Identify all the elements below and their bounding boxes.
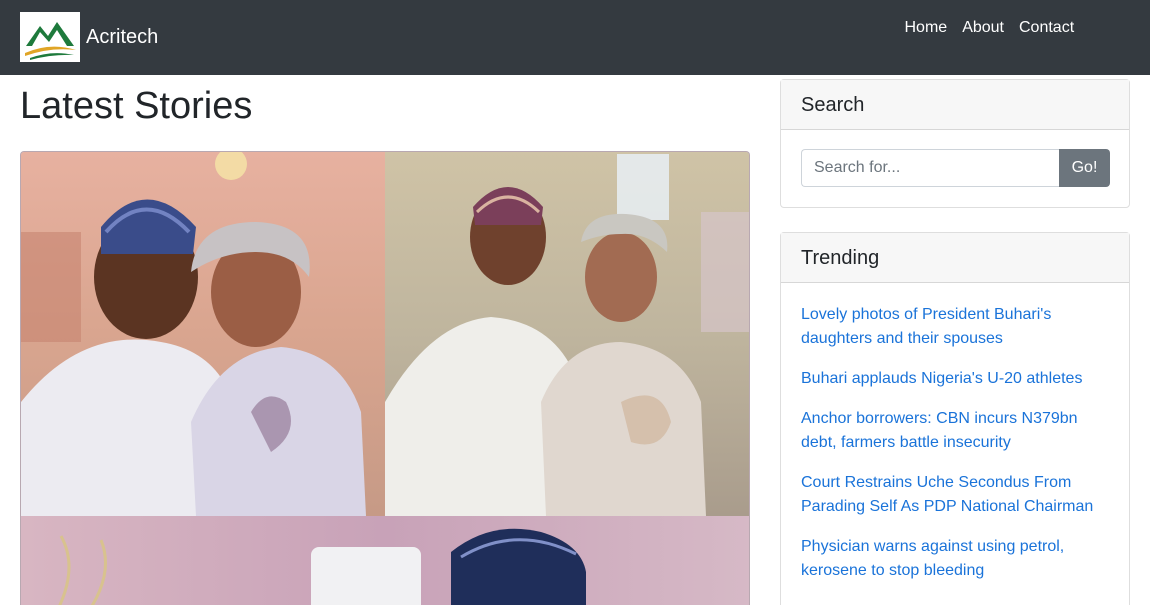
nav-links: Home About Contact: [897, 17, 1082, 39]
trending-list: Lovely photos of President Buhari's daug…: [801, 303, 1101, 599]
search-go-button[interactable]: Go!: [1059, 149, 1110, 187]
search-widget-title: Search: [781, 80, 1129, 130]
trending-link[interactable]: Buhari applauds Nigeria's U-20 athletes: [801, 367, 1101, 391]
trending-item: Physician warns against using petrol, ke…: [801, 535, 1101, 583]
brand-name: Acritech: [86, 26, 159, 48]
trending-widget-title: Trending: [781, 233, 1129, 283]
trending-item: Lovely photos of President Buhari's daug…: [801, 303, 1101, 351]
nav-link-contact[interactable]: Contact: [1012, 17, 1082, 39]
nav-link-home[interactable]: Home: [897, 17, 955, 39]
trending-link[interactable]: Anchor borrowers: CBN incurs N379bn debt…: [801, 407, 1101, 455]
search-input[interactable]: [801, 149, 1059, 187]
trending-widget: Trending Lovely photos of President Buha…: [780, 232, 1130, 605]
top-navbar: Acritech Home About Contact: [0, 0, 1150, 75]
search-widget: Search Go!: [780, 79, 1130, 208]
nav-link-about[interactable]: About: [955, 17, 1012, 39]
trending-link[interactable]: Court Restrains Uche Secondus From Parad…: [801, 471, 1101, 519]
trending-link[interactable]: Physician warns against using petrol, ke…: [801, 535, 1101, 583]
story-card[interactable]: [20, 151, 750, 605]
trending-link[interactable]: Lovely photos of President Buhari's daug…: [801, 303, 1101, 351]
trending-item: Court Restrains Uche Secondus From Parad…: [801, 471, 1101, 519]
brand-link[interactable]: Acritech: [20, 12, 158, 62]
story-image[interactable]: [21, 152, 750, 605]
search-group: Go!: [801, 149, 1110, 188]
page-title: Latest Stories: [20, 85, 253, 127]
mountain-logo-icon: [20, 12, 80, 62]
trending-item: Buhari applauds Nigeria's U-20 athletes: [801, 367, 1101, 391]
trending-item: Anchor borrowers: CBN incurs N379bn debt…: [801, 407, 1101, 455]
